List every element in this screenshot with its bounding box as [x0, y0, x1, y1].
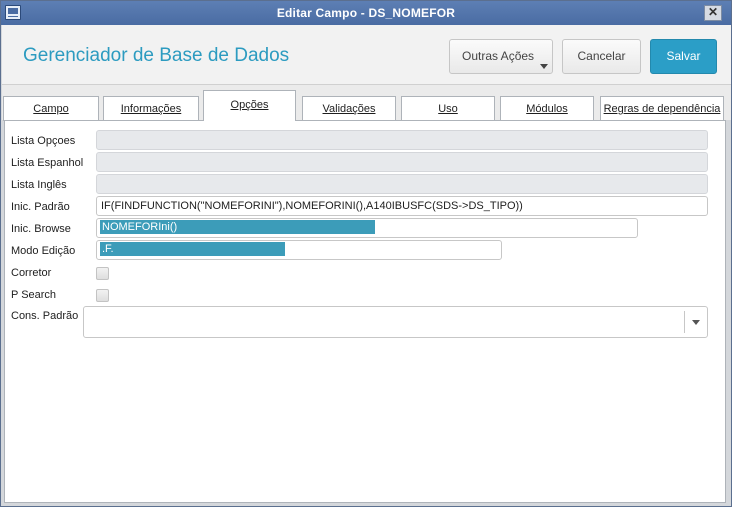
inic-padrao-field[interactable]: IF(FINDFUNCTION("NOMEFORINI"),NOMEFORINI…	[96, 196, 708, 216]
title-bar: Editar Campo - DS_NOMEFOR ✕	[1, 1, 731, 25]
tab-regras-dependencia[interactable]: Regras de dependência	[600, 96, 724, 121]
cons-padrao-select[interactable]	[83, 306, 708, 338]
corretor-checkbox[interactable]	[96, 267, 109, 280]
tab-modulos[interactable]: Módulos	[500, 96, 594, 121]
close-icon[interactable]: ✕	[704, 5, 722, 21]
cancel-button[interactable]: Cancelar	[562, 39, 641, 74]
corretor-label: Corretor	[11, 267, 52, 279]
window-title: Editar Campo - DS_NOMEFOR	[276, 6, 456, 20]
lista-opcoes-field[interactable]	[96, 130, 708, 150]
tab-campo[interactable]: Campo	[3, 96, 99, 121]
edit-field-window: Editar Campo - DS_NOMEFOR ✕ Gerenciador …	[0, 0, 732, 507]
lista-espanhol-field[interactable]	[96, 152, 708, 172]
more-actions-label: Outras Ações	[462, 49, 535, 63]
caret-down-icon	[540, 64, 548, 69]
inic-browse-field[interactable]: NOMEFORIni()	[96, 218, 638, 238]
lista-ingles-label: Lista Inglês	[11, 179, 67, 191]
p-search-checkbox[interactable]	[96, 289, 109, 302]
tab-uso[interactable]: Uso	[401, 96, 495, 121]
more-actions-button[interactable]: Outras Ações	[449, 39, 553, 74]
tab-informacoes[interactable]: Informações	[103, 96, 199, 121]
lista-opcoes-label: Lista Opçoes	[11, 135, 76, 147]
cons-padrao-label: Cons. Padrão	[11, 310, 79, 322]
modo-edicao-label: Modo Edição	[11, 245, 76, 257]
lista-espanhol-label: Lista Espanhol	[11, 157, 84, 169]
options-panel: Lista Opçoes Lista Espanhol Lista Inglês…	[4, 120, 726, 503]
modo-edicao-value: .F.	[100, 242, 285, 257]
inic-browse-label: Inic. Browse	[11, 223, 71, 235]
save-button[interactable]: Salvar	[650, 39, 717, 74]
inic-browse-value: NOMEFORIni()	[100, 220, 375, 235]
tab-bar: Campo Informações Opções Validações Uso …	[2, 85, 731, 121]
modo-edicao-field[interactable]: .F.	[96, 240, 502, 260]
inic-padrao-label: Inic. Padrão	[11, 201, 70, 213]
app-title: Gerenciador de Base de Dados	[23, 45, 290, 66]
tab-validacoes[interactable]: Validações	[302, 96, 396, 121]
tab-opcoes[interactable]: Opções	[203, 90, 296, 121]
combo-divider	[684, 311, 685, 333]
chevron-down-icon[interactable]	[692, 320, 700, 325]
p-search-label: P Search	[11, 289, 57, 301]
header-bar: Gerenciador de Base de Dados Outras Açõe…	[2, 25, 731, 85]
lista-ingles-field[interactable]	[96, 174, 708, 194]
